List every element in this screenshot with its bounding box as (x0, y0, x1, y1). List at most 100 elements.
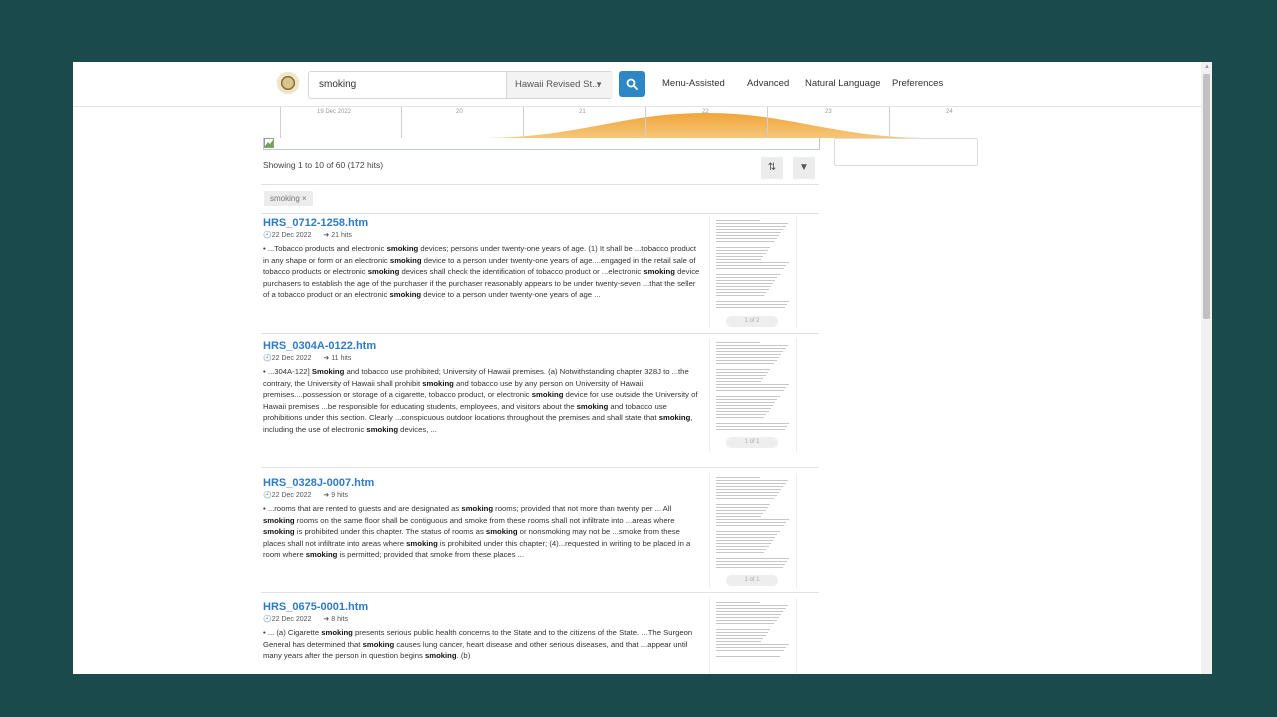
nav-preferences[interactable]: Preferences (892, 78, 943, 89)
thumbnail-line (716, 534, 778, 535)
nav-natural-language[interactable]: Natural Language (805, 78, 881, 89)
result-hits: 11 hits (331, 355, 352, 362)
timeline-divider (767, 107, 768, 138)
thumbnail-line (716, 552, 765, 553)
thumbnail-line (716, 393, 782, 394)
timeline-label: 20 (456, 109, 463, 115)
divider (261, 467, 819, 468)
result-thumbnail[interactable]: 1 of 2 (709, 216, 797, 328)
hawaii-seal-logo[interactable] (277, 72, 299, 94)
thumbnail-line (716, 256, 764, 257)
timeline-label: 24 (946, 109, 953, 115)
thumbnail-line (716, 241, 775, 242)
thumbnail-text-lines (716, 220, 790, 328)
thumbnail-line (716, 390, 785, 391)
thumbnail-line (716, 489, 782, 490)
result-item: HRS_0304A-0122.htm 🕘22 Dec 2022 ➜ 11 hits… (263, 340, 703, 436)
thumbnail-line (716, 283, 773, 284)
thumbnail-line (716, 289, 769, 290)
thumbnail-line (716, 501, 772, 502)
result-item: HRS_0712-1258.htm 🕘22 Dec 2022 ➜ 21 hits … (263, 217, 703, 301)
thumbnail-line (716, 286, 771, 287)
result-thumbnail[interactable] (709, 598, 797, 674)
thumbnail-line (716, 516, 762, 517)
timeline-density-curve (480, 113, 932, 138)
thumbnail-line (716, 602, 761, 603)
result-title-link[interactable]: HRS_0675-0001.htm (263, 601, 703, 614)
thumbnail-line (716, 492, 779, 493)
thumbnail-line (716, 223, 788, 224)
thumbnail-line (716, 372, 768, 373)
timeline-divider (280, 107, 281, 138)
thumbnail-line (716, 623, 775, 624)
thumbnail-line (716, 561, 788, 562)
nav-advanced[interactable]: Advanced (747, 78, 789, 89)
thumbnail-line (716, 295, 765, 296)
timeline-label: 22 (702, 109, 709, 115)
thumbnail-line (716, 307, 785, 308)
thumbnail-line (716, 271, 782, 272)
thumbnail-line (716, 244, 772, 245)
thumbnail-line (716, 414, 767, 415)
scrollbar-thumb[interactable] (1203, 74, 1210, 319)
thumbnail-line (716, 348, 786, 349)
result-title-link[interactable]: HRS_0712-1258.htm (263, 217, 703, 230)
nav-menu-assisted[interactable]: Menu-Assisted (662, 78, 725, 89)
thumbnail-line (716, 629, 771, 630)
clock-icon: 🕘 (263, 616, 272, 623)
caret-down-icon: ▼ (595, 80, 603, 89)
timeline-label: 21 (579, 109, 586, 115)
thumbnail-line (716, 369, 771, 370)
result-title-link[interactable]: HRS_0304A-0122.htm (263, 340, 703, 353)
date-timeline[interactable]: 19 Dec 2022 20 21 22 23 24 (280, 107, 960, 138)
thumbnail-line (716, 420, 762, 421)
thumbnail-line (716, 650, 785, 651)
sort-button[interactable]: ⇅ (761, 157, 783, 179)
thumbnail-line (716, 605, 788, 606)
thumbnail-line (716, 417, 765, 418)
result-thumbnail[interactable]: 1 of 1 (709, 338, 797, 452)
result-item: HRS_0675-0001.htm 🕘22 Dec 2022 ➜ 8 hits •… (263, 601, 703, 662)
clock-icon: 🕘 (263, 492, 272, 499)
search-icon (626, 78, 638, 90)
scroll-up-arrow-icon[interactable]: ▲ (1204, 64, 1210, 70)
result-date: 22 Dec 2022 (271, 492, 312, 499)
thumbnail-line (716, 351, 784, 352)
divider (261, 213, 819, 214)
thumbnail-line (716, 262, 789, 263)
thumbnail-line (716, 381, 762, 382)
thumbnail-line (716, 480, 788, 481)
result-thumbnail[interactable]: 1 of 1 (709, 473, 797, 588)
divider (261, 184, 819, 185)
thumbnail-line (716, 486, 784, 487)
sort-icon: ⇅ (767, 162, 777, 173)
result-date: 22 Dec 2022 (271, 355, 312, 362)
result-date: 22 Dec 2022 (271, 232, 312, 239)
thumbnail-line (716, 540, 773, 541)
thumbnail-line (716, 647, 787, 648)
thumbnail-line (716, 504, 771, 505)
thumbnail-line (716, 229, 784, 230)
result-title-link[interactable]: HRS_0328J-0007.htm (263, 477, 703, 490)
thumbnail-line (716, 483, 786, 484)
thumbnail-text-lines (716, 477, 790, 588)
thumbnail-line (716, 301, 790, 302)
filter-button[interactable]: ▼ (793, 157, 815, 179)
result-snippet: • ...rooms that are rented to guests and… (263, 504, 691, 560)
thumbnail-line (716, 375, 766, 376)
result-item: HRS_0328J-0007.htm 🕘22 Dec 2022 ➜ 9 hits … (263, 477, 703, 561)
search-button[interactable] (619, 71, 645, 97)
active-filter-tag[interactable]: smoking × (264, 191, 313, 206)
thumbnail-page-indicator: 1 of 2 (726, 316, 778, 327)
collection-dropdown[interactable]: Hawaii Revised St... ▼ (506, 72, 613, 98)
vertical-scrollbar[interactable]: ▲ (1201, 62, 1212, 674)
thumbnail-line (716, 238, 777, 239)
timeline-label: 19 Dec 2022 (317, 109, 352, 115)
thumbnail-line (716, 611, 784, 612)
top-header: Hawaii Revised St... ▼ Menu-Assisted Adv… (73, 62, 1201, 107)
result-hits: 21 hits (331, 232, 352, 239)
clock-icon: 🕘 (263, 232, 272, 239)
thumbnail-line (716, 513, 764, 514)
search-input[interactable] (309, 72, 509, 96)
thumbnail-line (716, 250, 768, 251)
